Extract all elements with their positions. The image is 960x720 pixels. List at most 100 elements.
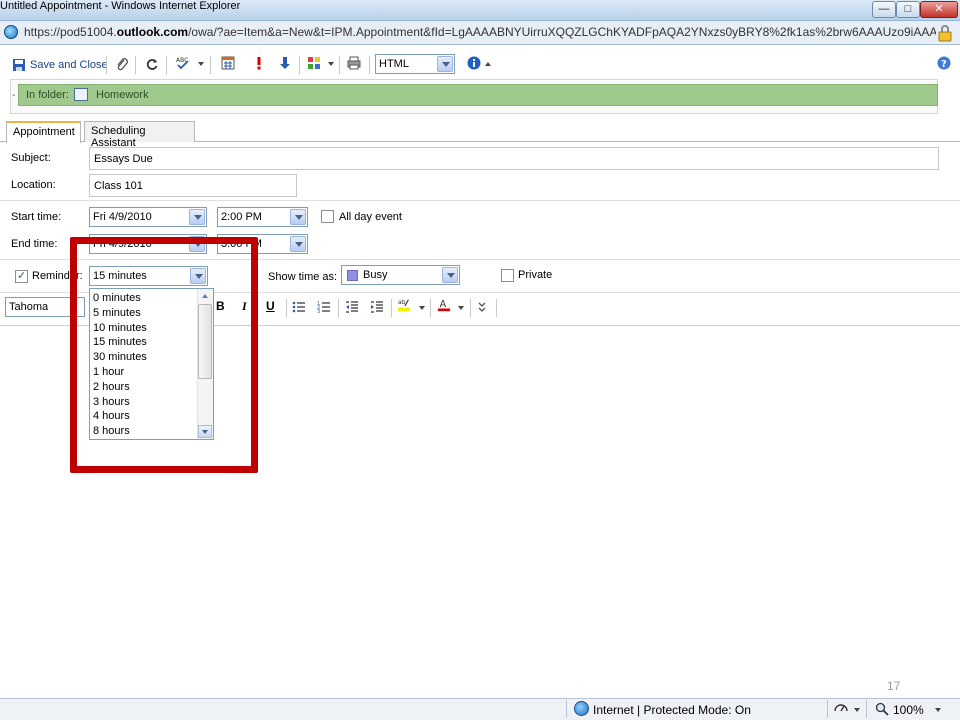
subject-value: Essays Due — [94, 153, 153, 165]
info-icon[interactable] — [467, 56, 481, 70]
toolbar-separator — [430, 299, 431, 317]
folder-bar — [18, 84, 938, 106]
toolbar-separator — [210, 56, 211, 74]
svg-text:A: A — [440, 299, 447, 310]
start-time-label: Start time: — [11, 211, 62, 223]
collapse-toggle-icon[interactable]: - — [12, 90, 15, 101]
calendar-icon — [74, 88, 88, 101]
tab-appointment[interactable]: Appointment — [6, 121, 81, 143]
high-importance-icon[interactable] — [252, 56, 266, 70]
subject-input[interactable]: Essays Due — [89, 147, 939, 170]
toolbar-separator — [391, 299, 392, 317]
expand-toolbar-icon[interactable] — [477, 301, 487, 313]
increase-indent-icon[interactable] — [370, 300, 384, 314]
zoom-level[interactable]: 100% — [893, 703, 924, 717]
start-time-value: 2:00 PM — [221, 211, 262, 223]
font-color-dropdown-icon[interactable] — [458, 306, 464, 310]
url-domain: outlook.com — [116, 25, 189, 39]
show-time-as-value: Busy — [363, 269, 388, 281]
chevron-down-icon[interactable] — [189, 209, 205, 225]
recurrence-icon[interactable] — [145, 57, 159, 71]
toolbar-separator — [106, 56, 107, 74]
tab-scheduling-assistant[interactable]: Scheduling Assistant — [84, 121, 195, 149]
font-value: Tahoma — [9, 301, 49, 313]
all-day-event-label: All day event — [339, 211, 402, 223]
options-dropdown-icon[interactable] — [485, 62, 491, 66]
show-time-as-label: Show time as: — [268, 271, 338, 283]
slide-number: 17 — [887, 679, 901, 693]
toolbar-separator — [338, 299, 339, 317]
spell-check-icon[interactable]: ABC — [176, 56, 190, 70]
decrease-indent-icon[interactable] — [345, 300, 359, 314]
svg-text:3: 3 — [317, 309, 320, 314]
status-separator — [827, 700, 828, 718]
start-date-value: Fri 4/9/2010 — [93, 211, 152, 223]
lock-icon[interactable] — [938, 24, 952, 42]
svg-text:ab: ab — [398, 299, 406, 306]
toolbar-separator — [470, 299, 471, 317]
font-color-icon[interactable]: A — [437, 298, 451, 312]
security-zone-text[interactable]: Internet | Protected Mode: On — [593, 703, 751, 717]
toolbar-separator — [166, 56, 167, 74]
zoom-dropdown-icon[interactable] — [935, 708, 941, 712]
status-separator — [866, 700, 867, 718]
save-and-close-label: Save and Close — [30, 59, 108, 71]
highlight-box — [70, 237, 258, 473]
location-input[interactable]: Class 101 — [89, 174, 297, 197]
section-divider — [0, 200, 960, 201]
svg-text:?: ? — [941, 59, 947, 70]
chevron-down-icon[interactable] — [442, 267, 458, 283]
end-time-label: End time: — [11, 238, 58, 250]
low-importance-icon[interactable] — [278, 56, 292, 70]
status-dropdown-icon[interactable] — [854, 708, 860, 712]
start-date-select[interactable]: Fri 4/9/2010 — [89, 207, 207, 227]
help-icon[interactable]: ? — [937, 56, 951, 70]
message-format-select[interactable]: HTML — [375, 54, 455, 74]
close-window-button[interactable]: ✕ — [920, 1, 958, 18]
url-rest: /owa/?ae=Item&a=New&t=IPM.Appointment&fI… — [188, 25, 936, 39]
globe-icon — [574, 701, 589, 716]
show-time-as-select[interactable]: Busy — [341, 265, 460, 285]
chevron-down-icon[interactable] — [437, 56, 453, 72]
protected-mode-icon[interactable] — [834, 702, 848, 716]
print-icon[interactable] — [347, 56, 361, 70]
numbering-icon[interactable]: 123 — [317, 300, 331, 314]
maximize-button[interactable]: □ — [896, 1, 920, 18]
chevron-down-icon[interactable] — [290, 209, 306, 225]
highlight-icon[interactable]: ab — [397, 298, 411, 312]
location-value: Class 101 — [94, 180, 143, 192]
check-names-icon[interactable] — [221, 56, 235, 70]
status-separator — [566, 700, 567, 718]
all-day-event-checkbox[interactable] — [321, 210, 334, 223]
private-label: Private — [518, 269, 553, 281]
toolbar-separator — [496, 299, 497, 317]
toolbar-separator — [369, 56, 370, 74]
spell-check-dropdown-icon[interactable] — [198, 62, 204, 66]
toolbar-separator — [135, 56, 136, 74]
categorize-dropdown-icon[interactable] — [328, 62, 334, 66]
minimize-button[interactable]: — — [872, 1, 896, 18]
highlight-dropdown-icon[interactable] — [419, 306, 425, 310]
url-prefix: https://pod51004. — [24, 25, 117, 39]
chevron-down-icon[interactable] — [290, 236, 306, 252]
subject-label: Subject: — [11, 152, 51, 164]
save-and-close-button[interactable]: Save and Close — [12, 56, 108, 74]
toolbar-separator — [339, 56, 340, 74]
reminder-checkbox[interactable] — [15, 269, 28, 283]
bullets-icon[interactable] — [292, 300, 306, 314]
toolbar-separator — [299, 56, 300, 74]
underline-button[interactable]: U — [266, 299, 275, 313]
private-checkbox[interactable] — [501, 269, 514, 282]
location-label: Location: — [11, 179, 56, 191]
busy-color-swatch — [347, 270, 358, 281]
page-icon — [4, 25, 18, 39]
message-format-value: HTML — [379, 58, 409, 70]
folder-name[interactable]: Homework — [96, 89, 149, 101]
save-icon — [13, 59, 25, 71]
paperclip-icon[interactable] — [115, 57, 129, 71]
url-field[interactable]: https://pod51004.outlook.com/owa/?ae=Ite… — [24, 25, 936, 39]
zoom-icon[interactable] — [875, 702, 889, 716]
categorize-icon[interactable] — [307, 56, 321, 70]
start-time-select[interactable]: 2:00 PM — [217, 207, 308, 227]
window-title: Untitled Appointment - Windows Internet … — [0, 0, 241, 12]
